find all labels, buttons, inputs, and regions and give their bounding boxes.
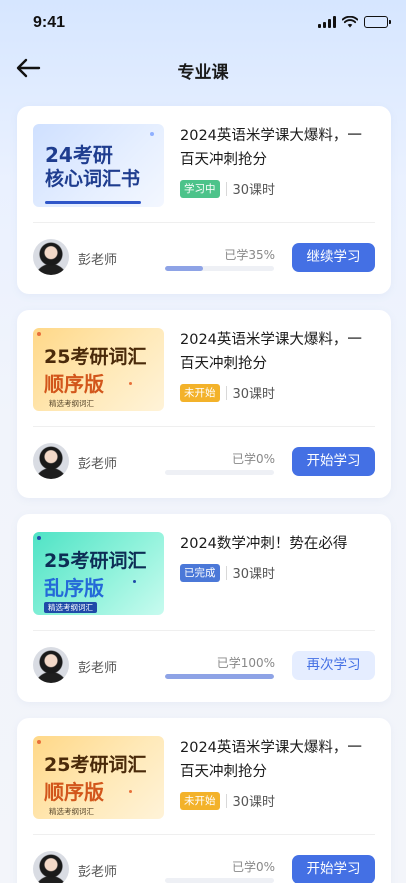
- restudy-button[interactable]: 再次学习: [292, 651, 375, 680]
- progress-bar: [165, 266, 274, 271]
- nav-bar: 专业课: [0, 46, 406, 90]
- status-badge: 未开始: [180, 383, 220, 402]
- cover-subtitle: 精选考纲词汇: [49, 807, 94, 816]
- status-bar: 9:41: [0, 0, 406, 46]
- cover-dot: [129, 790, 132, 793]
- wifi-icon: [342, 16, 358, 28]
- course-title: 2024英语米学课大爆料，一百天冲刺抢分: [180, 332, 362, 372]
- start-learning-button[interactable]: 开始学习: [292, 855, 375, 883]
- course-title: 2024英语米学课大爆料，一百天冲刺抢分: [180, 740, 362, 780]
- progress-bar: [165, 470, 274, 475]
- course-card[interactable]: 25考研词汇 顺序版 精选考纲词汇 2024英语米学课大爆料，一百天冲刺抢分 未…: [17, 310, 391, 498]
- course-hours: 30课时: [232, 567, 276, 582]
- course-meta: 学习中 30课时: [180, 179, 275, 198]
- avatar: [33, 443, 69, 479]
- course-meta: 未开始 30课时: [180, 383, 275, 402]
- cover-title-line2: 顺序版: [44, 780, 104, 804]
- course-card[interactable]: 24考研 核心词汇书 2024英语米学课大爆料，一百天冲刺抢分 学习中 30课时…: [17, 106, 391, 294]
- course-meta: 已完成 30课时: [180, 563, 275, 582]
- card-divider: [33, 222, 375, 223]
- cover-subtitle: 精选考纲词汇: [49, 399, 94, 408]
- course-title: 2024英语米学课大爆料，一百天冲刺抢分: [180, 128, 362, 168]
- progress-fill: [165, 266, 204, 271]
- cover-title-line1: 25考研词汇: [44, 550, 147, 572]
- cover-dot: [129, 382, 132, 385]
- cover-dot: [37, 740, 41, 744]
- status-badge: 学习中: [180, 179, 220, 198]
- course-title: 2024数学冲刺！势在必得: [180, 536, 348, 552]
- teacher-name: 彭老师: [78, 661, 118, 676]
- progress-label: 已学0%: [231, 860, 275, 874]
- course-cover: 24考研 核心词汇书: [33, 124, 164, 207]
- meta-divider: [225, 385, 227, 400]
- cover-title-line2: 乱序版: [44, 576, 104, 600]
- start-learning-button[interactable]: 开始学习: [292, 447, 375, 476]
- card-divider: [33, 630, 375, 631]
- progress-label: 已学100%: [216, 656, 275, 670]
- course-list: 24考研 核心词汇书 2024英语米学课大爆料，一百天冲刺抢分 学习中 30课时…: [17, 106, 391, 883]
- progress-bar: [165, 674, 274, 679]
- avatar: [33, 851, 69, 883]
- avatar: [33, 647, 69, 683]
- progress-fill: [165, 674, 274, 679]
- progress-label: 已学0%: [231, 452, 275, 466]
- course-cover: 25考研词汇 顺序版 精选考纲词汇: [33, 736, 164, 819]
- page-title: 专业课: [177, 63, 229, 83]
- status-badge: 未开始: [180, 791, 220, 810]
- cover-underline: [45, 201, 141, 204]
- meta-divider: [225, 793, 227, 808]
- cellular-signal-icon: [318, 16, 336, 28]
- cover-title-line1: 25考研词汇: [44, 754, 147, 776]
- cover-title-line1: 25考研词汇: [44, 346, 147, 368]
- course-hours: 30课时: [232, 795, 276, 810]
- course-card[interactable]: 25考研词汇 顺序版 精选考纲词汇 2024英语米学课大爆料，一百天冲刺抢分 未…: [17, 718, 391, 883]
- status-icons: [318, 16, 391, 28]
- battery-icon: [364, 16, 391, 28]
- meta-divider: [225, 565, 227, 580]
- cover-dot: [150, 132, 154, 136]
- cover-dot: [37, 536, 41, 540]
- course-cover: 25考研词汇 顺序版 精选考纲词汇: [33, 328, 164, 411]
- card-divider: [33, 426, 375, 427]
- status-badge: 已完成: [180, 563, 220, 582]
- teacher-name: 彭老师: [78, 865, 118, 880]
- course-card[interactable]: 25考研词汇 乱序版 精选考纲词汇 2024数学冲刺！势在必得 已完成 30课时…: [17, 514, 391, 702]
- avatar: [33, 239, 69, 275]
- cover-subtitle: 精选考纲词汇: [44, 602, 97, 613]
- teacher-name: 彭老师: [78, 457, 118, 472]
- card-divider: [33, 834, 375, 835]
- cover-title-line2: 顺序版: [44, 372, 104, 396]
- continue-learning-button[interactable]: 继续学习: [292, 243, 375, 272]
- progress-bar: [165, 878, 274, 883]
- teacher-name: 彭老师: [78, 253, 118, 268]
- meta-divider: [225, 181, 227, 196]
- course-cover: 25考研词汇 乱序版 精选考纲词汇: [33, 532, 164, 615]
- progress-label: 已学35%: [224, 248, 275, 262]
- cover-dot: [37, 332, 41, 336]
- course-meta: 未开始 30课时: [180, 791, 275, 810]
- course-hours: 30课时: [232, 387, 276, 402]
- status-time: 9:41: [33, 14, 66, 31]
- cover-title-line2: 核心词汇书: [45, 168, 141, 190]
- course-hours: 30课时: [232, 183, 276, 198]
- cover-dot: [133, 580, 136, 583]
